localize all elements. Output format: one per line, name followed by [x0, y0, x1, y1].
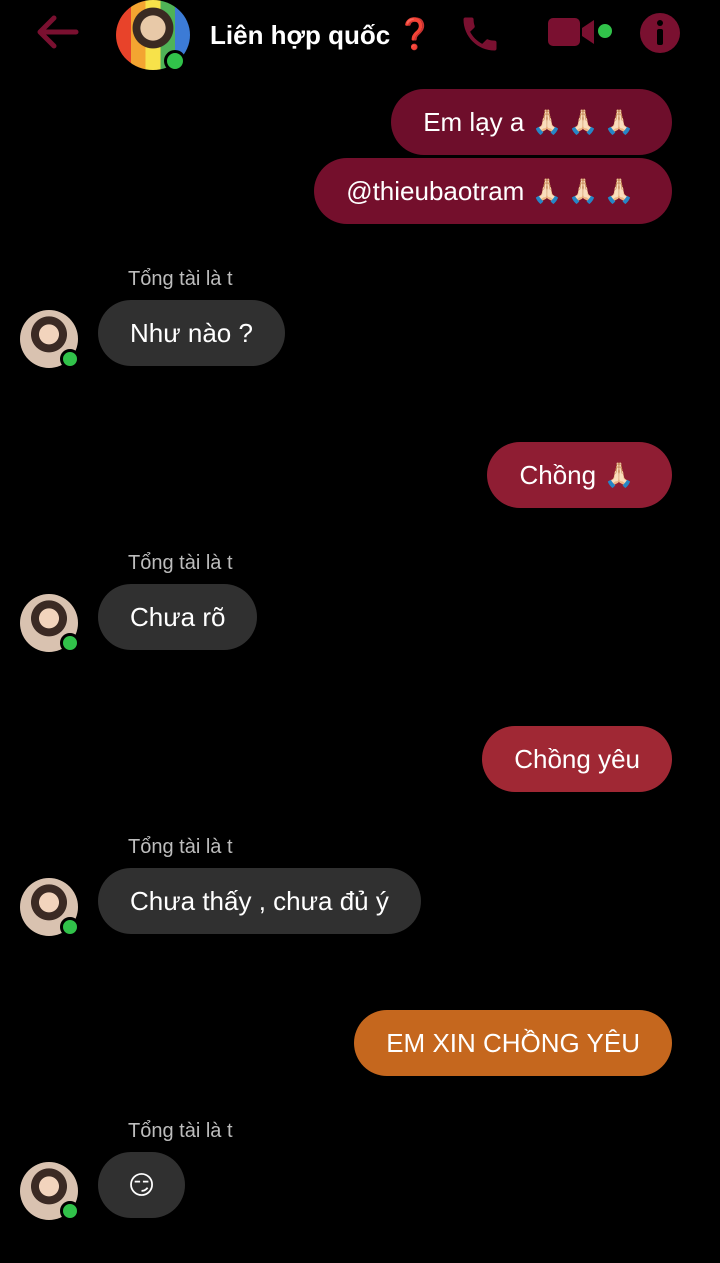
sender-name: Tổng tài là t [128, 268, 233, 290]
info-icon[interactable] [638, 11, 682, 55]
sender-name: Tổng tài là t [128, 552, 233, 574]
phone-call-icon[interactable] [458, 12, 502, 56]
message-text: Như nào ? [130, 317, 253, 348]
online-status-indicator [60, 1201, 80, 1221]
question-mark-emoji: ❓ [396, 18, 434, 51]
back-arrow-icon[interactable] [36, 12, 80, 52]
chat-title-text: Liên hợp quốc [210, 20, 391, 50]
video-call-icon[interactable] [546, 14, 604, 50]
online-status-indicator [164, 50, 186, 72]
chat-title[interactable]: Liên hợp quốc ❓ [210, 17, 434, 52]
online-status-indicator [60, 633, 80, 653]
online-status-indicator [60, 917, 80, 937]
outgoing-message[interactable]: Em lạy a 🙏🏻🙏🏻🙏🏻 [391, 89, 672, 155]
incoming-message[interactable]: Chưa thấy , chưa đủ ý [98, 868, 421, 934]
chat-header: Liên hợp quốc ❓ [0, 0, 720, 78]
sender-name: Tổng tài là t [128, 1120, 233, 1142]
message-text: Chưa thấy , chưa đủ ý [130, 885, 389, 916]
message-text: EM XIN CHỒNG YÊU [386, 1027, 640, 1058]
pray-emoji: 🙏🏻🙏🏻🙏🏻 [532, 177, 640, 205]
video-active-dot [597, 23, 613, 39]
message-text: Em lạy a [423, 106, 525, 137]
outgoing-message[interactable]: @thieubaotram 🙏🏻🙏🏻🙏🏻 [314, 158, 672, 224]
pray-emoji: 🙏🏻🙏🏻🙏🏻 [532, 108, 640, 136]
message-text: Chồng [519, 459, 597, 490]
outgoing-message[interactable]: EM XIN CHỒNG YÊU [354, 1010, 672, 1076]
incoming-message[interactable]: Chưa rõ [98, 584, 258, 650]
message-text: Chưa rõ [130, 601, 226, 632]
smirk-emoji: 😏 [128, 1169, 156, 1200]
online-status-indicator [60, 349, 80, 369]
message-text: Chồng yêu [514, 743, 640, 774]
pray-emoji: 🙏🏻 [604, 461, 640, 489]
incoming-message[interactable]: 😏 [98, 1152, 186, 1218]
outgoing-message[interactable]: Chồng yêu [482, 726, 672, 792]
message-text: @thieubaotram [346, 175, 525, 206]
sender-name: Tổng tài là t [128, 836, 233, 858]
incoming-message[interactable]: Như nào ? [98, 300, 285, 366]
outgoing-message[interactable]: Chồng 🙏🏻 [487, 442, 672, 508]
